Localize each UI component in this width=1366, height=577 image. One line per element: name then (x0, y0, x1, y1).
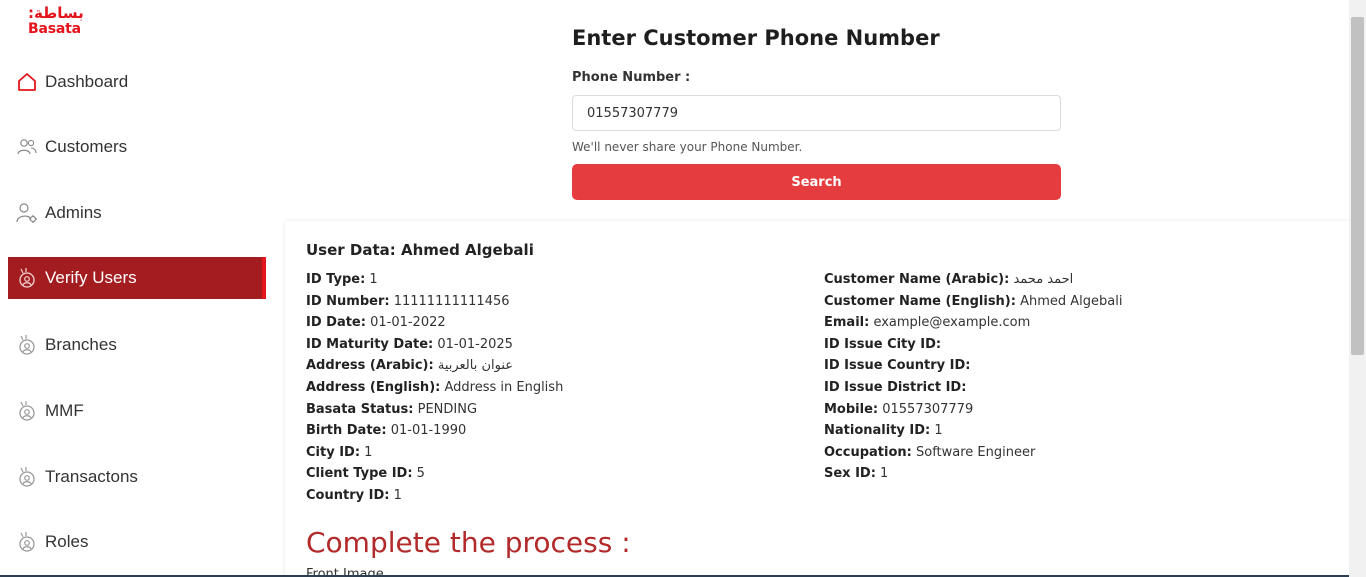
sidebar-item-label: MMF (45, 401, 84, 420)
sidebar-item-transactions[interactable]: Transactons (8, 456, 266, 498)
sidebar-item-label: Branches (45, 335, 117, 354)
sidebar-item-verify-users[interactable]: Verify Users (8, 257, 266, 299)
user-field-row: Sex ID: 1 (824, 466, 888, 481)
search-button[interactable]: Search (572, 164, 1061, 200)
user-field-key: Occupation: (824, 444, 912, 460)
page: بساطة: Basata Dashboard Customers Admins (0, 0, 1366, 577)
user-field-value: 1 (930, 423, 943, 439)
user-field-key: ID Issue Country ID: (824, 358, 971, 374)
logo-english: Basata (28, 21, 81, 37)
sidebar-item-label: Admins (45, 203, 102, 222)
user-gear-icon (16, 202, 38, 224)
user-field-row: ID Maturity Date: 01-01-2025 (306, 337, 513, 352)
user-field-value: 11111111111456 (389, 293, 510, 309)
user-field-value: Software Engineer (911, 444, 1036, 460)
user-field-value: Address in English (440, 380, 564, 395)
user-field-key: Customer Name (Arabic): (824, 272, 1010, 287)
user-data-title: User Data: Ahmed Algebali (306, 241, 534, 259)
user-field-row: ID Type: 1 (306, 272, 378, 287)
verify-icon (16, 267, 38, 289)
user-field-key: Nationality ID: (824, 423, 931, 439)
user-field-row: Customer Name (Arabic): احمد محمد (824, 272, 1073, 287)
users-icon (16, 136, 38, 158)
verify-icon (16, 334, 38, 356)
sidebar-item-branches[interactable]: Branches (8, 324, 266, 366)
user-field-row: Birth Date: 01-01-1990 (306, 423, 466, 438)
user-field-key: Customer Name (English): (824, 293, 1016, 309)
user-data-card (285, 221, 1349, 577)
user-field-key: ID Issue City ID: (824, 336, 942, 352)
user-field-row: ID Issue District ID: (824, 380, 966, 395)
user-field-value: 1 (365, 272, 378, 287)
user-field-value: 01-01-2022 (365, 315, 446, 331)
user-field-key: Address (Arabic): (306, 358, 434, 374)
user-field-row: Nationality ID: 1 (824, 423, 943, 438)
user-field-row: Occupation: Software Engineer (824, 445, 1035, 460)
user-field-value: 1 (360, 444, 373, 460)
user-field-row: Client Type ID: 5 (306, 466, 425, 481)
user-field-key: Address (English): (306, 380, 441, 395)
phone-help-text: We'll never share your Phone Number. (572, 140, 803, 154)
sidebar-item-label: Customers (45, 137, 128, 156)
user-field-row: Customer Name (English): Ahmed Algebali (824, 294, 1122, 309)
user-field-value: 01-01-1990 (386, 423, 467, 439)
sidebar-item-label: Roles (45, 532, 89, 551)
user-field-row: Address (Arabic): عنوان بالعربية (306, 358, 513, 373)
user-field-value: Ahmed Algebali (1015, 293, 1123, 309)
sidebar-item-label: Dashboard (45, 72, 129, 91)
user-field-row: City ID: 1 (306, 445, 372, 460)
user-field-row: ID Number: 11111111111456 (306, 294, 510, 309)
user-field-value: عنوان بالعربية (433, 358, 514, 374)
search-form-title: Enter Customer Phone Number (572, 26, 940, 50)
user-field-key: Sex ID: (824, 466, 876, 482)
user-field-row: Country ID: 1 (306, 488, 402, 503)
home-icon (16, 71, 38, 93)
user-field-key: Basata Status: (306, 401, 414, 417)
user-field-key: ID Number: (306, 293, 390, 309)
sidebar-item-customers[interactable]: Customers (8, 126, 266, 168)
user-field-value: 01557307779 (878, 401, 974, 417)
user-field-value: 1 (875, 466, 889, 482)
vertical-scrollbar[interactable] (1349, 0, 1366, 577)
sidebar-item-mmf[interactable]: MMF (8, 390, 266, 432)
user-field-value: example@example.com (869, 315, 1031, 331)
user-field-key: Country ID: (306, 488, 390, 503)
user-field-value: PENDING (413, 401, 478, 417)
sidebar-item-label: Verify Users (45, 268, 137, 287)
phone-number-label: Phone Number : (572, 70, 691, 85)
logo-arabic: بساطة: (28, 4, 84, 22)
sidebar-item-label: Transactons (45, 467, 138, 486)
user-field-key: Mobile: (824, 401, 879, 417)
user-field-key: ID Type: (306, 272, 366, 287)
verify-icon (16, 531, 38, 553)
user-field-value: 01-01-2025 (433, 336, 513, 352)
user-field-row: ID Date: 01-01-2022 (306, 315, 446, 330)
user-field-row: Basata Status: PENDING (306, 402, 477, 417)
sidebar: بساطة: Basata Dashboard Customers Admins (0, 0, 284, 577)
user-field-key: ID Maturity Date: (306, 336, 434, 352)
user-field-value: 1 (389, 488, 402, 503)
phone-number-input[interactable] (572, 95, 1061, 131)
verify-icon (16, 400, 38, 422)
complete-process-title: Complete the process : (306, 526, 631, 559)
user-field-key: City ID: (306, 444, 361, 460)
user-field-key: Client Type ID: (306, 466, 413, 482)
user-field-row: Mobile: 01557307779 (824, 402, 973, 417)
user-field-value: 5 (412, 466, 425, 482)
user-field-row: Address (English): Address in English (306, 380, 563, 395)
user-field-row: ID Issue City ID: (824, 337, 941, 352)
user-field-key: Birth Date: (306, 423, 387, 439)
sidebar-item-dashboard[interactable]: Dashboard (8, 61, 266, 103)
user-field-row: ID Issue Country ID: (824, 358, 971, 373)
user-field-row: Email: example@example.com (824, 315, 1030, 330)
verify-icon (16, 466, 38, 488)
user-field-value: احمد محمد (1009, 272, 1074, 287)
scrollbar-thumb[interactable] (1351, 17, 1364, 355)
user-field-key: ID Issue District ID: (824, 380, 967, 395)
user-field-key: ID Date: (306, 315, 366, 331)
brand-logo[interactable]: بساطة: Basata (28, 6, 88, 38)
user-field-key: Email: (824, 315, 870, 331)
sidebar-item-roles[interactable]: Roles (8, 521, 266, 563)
sidebar-item-admins[interactable]: Admins (8, 192, 266, 234)
